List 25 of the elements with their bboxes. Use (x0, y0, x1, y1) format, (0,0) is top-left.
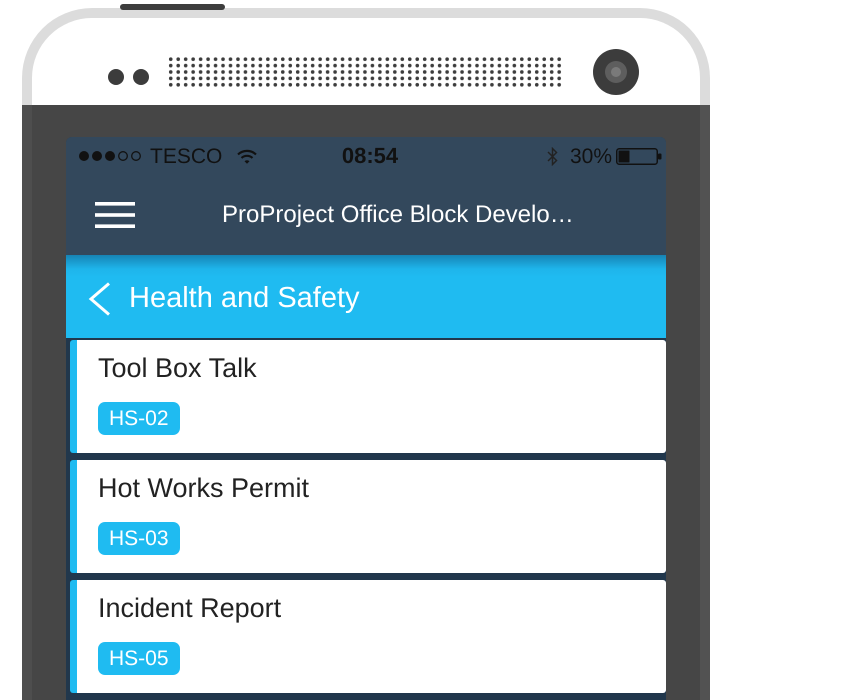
top-edge-key-icon (120, 4, 225, 10)
item-title: Tool Box Talk (98, 352, 257, 385)
item-code-tag: HS-03 (98, 522, 180, 555)
list-item-card[interactable]: Incident Report HS-05 (70, 580, 666, 693)
bluetooth-icon (546, 146, 558, 166)
sensor-dot-icon (133, 68, 149, 84)
sensor-dot-icon (108, 68, 124, 84)
battery-percent: 30% (570, 146, 612, 166)
carrier-name: TESCO (150, 146, 222, 166)
item-title: Incident Report (98, 592, 282, 625)
list-item-card[interactable]: Tool Box Talk HS-02 (70, 340, 666, 453)
section-title: Health and Safety (129, 282, 360, 315)
battery-icon (616, 148, 662, 164)
wifi-icon (237, 148, 258, 164)
camera-icon (593, 48, 639, 94)
signal-icon (78, 150, 142, 162)
menu-icon (95, 202, 135, 228)
nav-title: ProProject Office Block Develo… (222, 201, 574, 229)
list-item-card[interactable]: Hot Works Permit HS-03 (70, 460, 666, 573)
item-code-tag: HS-05 (98, 642, 180, 675)
speaker-grille-icon (167, 56, 563, 88)
item-title: Hot Works Permit (98, 472, 310, 505)
status-time: 08:54 (342, 145, 398, 167)
item-code-tag: HS-02 (98, 402, 180, 435)
chevron-left-icon (88, 282, 111, 316)
